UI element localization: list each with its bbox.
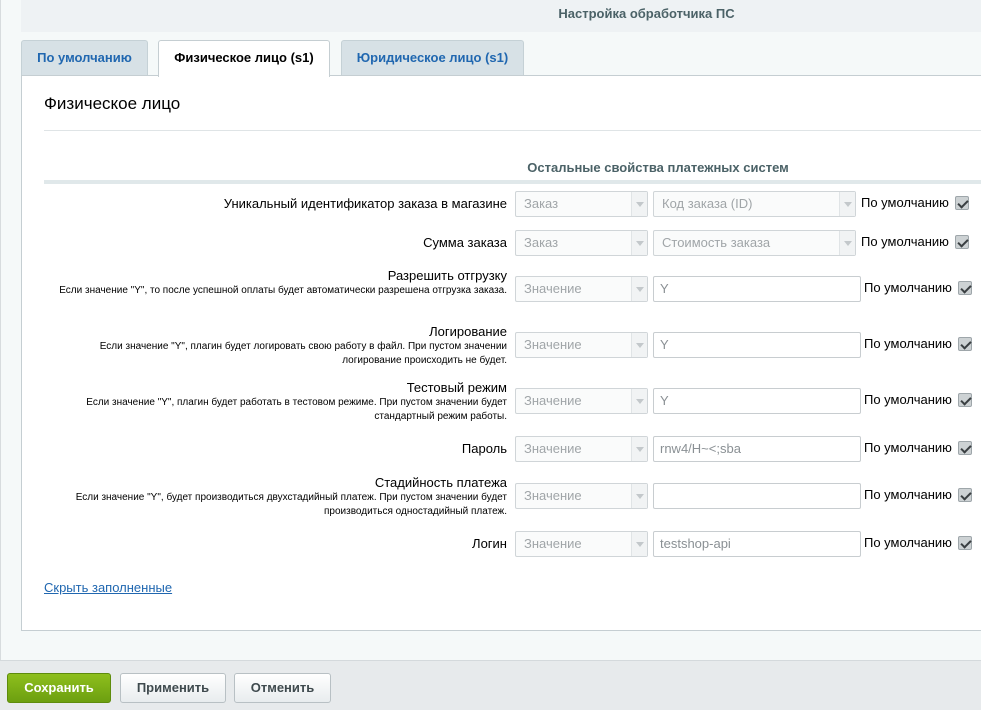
- hide-filled-link[interactable]: Скрыть заполненные: [44, 580, 172, 595]
- default-label: По умолчанию: [864, 336, 952, 351]
- row-label: Сумма заказа: [423, 235, 507, 250]
- chevron-down-icon: [631, 277, 647, 301]
- cancel-button[interactable]: Отменить: [234, 673, 331, 703]
- property-row-allow-shipment: Разрешить отгрузку Если значение "Y", то…: [44, 268, 981, 314]
- type-select[interactable]: Заказ: [515, 230, 648, 256]
- type-select[interactable]: Значение: [515, 388, 648, 414]
- property-row-test-mode: Тестовый режим Если значение "Y", плагин…: [44, 380, 981, 426]
- row-label-box: Логин: [44, 536, 507, 552]
- default-checkbox[interactable]: [955, 196, 969, 210]
- row-hint: Если значение "Y", плагин будет логирова…: [99, 341, 507, 366]
- value-input[interactable]: Y: [653, 276, 861, 302]
- default-label: По умолчанию: [864, 392, 952, 407]
- panel-title: Физическое лицо: [44, 94, 181, 113]
- row-label: Тестовый режим: [406, 380, 507, 395]
- default-label: По умолчанию: [861, 234, 949, 249]
- type-select-value: Значение: [524, 337, 582, 352]
- type-select-value: Значение: [524, 441, 582, 456]
- type-select[interactable]: Заказ: [515, 191, 648, 217]
- property-row-logging: Логирование Если значение "Y", плагин бу…: [44, 324, 981, 370]
- row-hint: Если значение "Y", будет производиться д…: [75, 492, 507, 517]
- row-label-box: Разрешить отгрузку Если значение "Y", то…: [44, 268, 507, 298]
- default-checkbox[interactable]: [958, 393, 972, 407]
- property-row-password: Пароль Значение rnw4/H~<;sba По умолчани…: [44, 435, 981, 463]
- row-label-box: Логирование Если значение "Y", плагин бу…: [44, 324, 507, 368]
- settings-panel: Физическое лицо Остальные свойства плате…: [21, 75, 981, 631]
- tab-individual[interactable]: Физическое лицо (s1): [158, 40, 330, 77]
- login-input[interactable]: testshop-api: [653, 531, 861, 557]
- value-select[interactable]: Код заказа (ID): [653, 191, 856, 217]
- property-row-payment-stages: Стадийность платежа Если значение "Y", б…: [44, 475, 981, 521]
- chevron-down-icon: [839, 231, 855, 255]
- default-label: По умолчанию: [864, 280, 952, 295]
- type-select[interactable]: Значение: [515, 531, 648, 557]
- row-label: Логирование: [429, 324, 507, 339]
- page-title: Настройка обработчика ПС: [558, 6, 735, 21]
- save-button[interactable]: Сохранить: [7, 673, 111, 703]
- property-row-order-id: Уникальный идентификатор заказа в магази…: [44, 190, 981, 218]
- chevron-down-icon: [631, 484, 647, 508]
- row-label: Разрешить отгрузку: [387, 268, 507, 283]
- type-select-value: Заказ: [524, 196, 559, 211]
- section-title: Остальные свойства платежных систем: [527, 160, 789, 175]
- row-hint: Если значение "Y", то после успешной опл…: [59, 285, 507, 296]
- row-hint: Если значение "Y", плагин будет работать…: [86, 397, 507, 422]
- row-label: Логин: [472, 536, 507, 551]
- row-label-box: Пароль: [44, 441, 507, 457]
- settings-window: Настройка обработчика ПС По умолчанию Фи…: [0, 0, 981, 660]
- type-select-value: Заказ: [524, 235, 559, 250]
- tab-default[interactable]: По умолчанию: [21, 40, 148, 75]
- default-label: По умолчанию: [864, 535, 952, 550]
- chevron-down-icon: [839, 192, 855, 216]
- default-label: По умолчанию: [864, 487, 952, 502]
- type-select[interactable]: Значение: [515, 332, 648, 358]
- default-checkbox[interactable]: [955, 235, 969, 249]
- row-label: Пароль: [461, 441, 507, 456]
- type-select-value: Значение: [524, 281, 582, 296]
- row-label-box: Тестовый режим Если значение "Y", плагин…: [44, 380, 507, 424]
- chevron-down-icon: [631, 192, 647, 216]
- chevron-down-icon: [631, 231, 647, 255]
- type-select[interactable]: Значение: [515, 483, 648, 509]
- chevron-down-icon: [631, 333, 647, 357]
- section-divider: [44, 180, 981, 184]
- row-label-box: Стадийность платежа Если значение "Y", б…: [44, 475, 507, 519]
- default-label: По умолчанию: [861, 195, 949, 210]
- default-checkbox[interactable]: [958, 281, 972, 295]
- type-select[interactable]: Значение: [515, 276, 648, 302]
- row-label: Стадийность платежа: [374, 475, 507, 490]
- value-select-value: Код заказа (ID): [662, 196, 753, 211]
- divider: [44, 130, 981, 131]
- default-checkbox[interactable]: [958, 536, 972, 550]
- password-input[interactable]: rnw4/H~<;sba: [653, 436, 861, 462]
- type-select[interactable]: Значение: [515, 436, 648, 462]
- row-label-box: Сумма заказа: [44, 235, 507, 251]
- type-select-value: Значение: [524, 488, 582, 503]
- default-checkbox[interactable]: [958, 488, 972, 502]
- chevron-down-icon: [631, 389, 647, 413]
- value-select[interactable]: Стоимость заказа: [653, 230, 856, 256]
- chevron-down-icon: [631, 532, 647, 556]
- value-select-value: Стоимость заказа: [662, 235, 771, 250]
- value-input[interactable]: Y: [653, 332, 861, 358]
- property-row-order-sum: Сумма заказа Заказ Стоимость заказа По у…: [44, 229, 981, 257]
- default-label: По умолчанию: [864, 440, 952, 455]
- tab-legal-entity[interactable]: Юридическое лицо (s1): [341, 40, 524, 75]
- footer-bar: Сохранить Применить Отменить: [0, 660, 981, 710]
- value-input[interactable]: Y: [653, 388, 861, 414]
- default-checkbox[interactable]: [958, 441, 972, 455]
- row-label-box: Уникальный идентификатор заказа в магази…: [44, 196, 507, 212]
- default-checkbox[interactable]: [958, 337, 972, 351]
- type-select-value: Значение: [524, 393, 582, 408]
- value-input[interactable]: [653, 483, 861, 509]
- type-select-value: Значение: [524, 536, 582, 551]
- row-label: Уникальный идентификатор заказа в магази…: [223, 196, 507, 211]
- apply-button[interactable]: Применить: [120, 673, 226, 703]
- property-row-login: Логин Значение testshop-api По умолчанию: [44, 530, 981, 558]
- chevron-down-icon: [631, 437, 647, 461]
